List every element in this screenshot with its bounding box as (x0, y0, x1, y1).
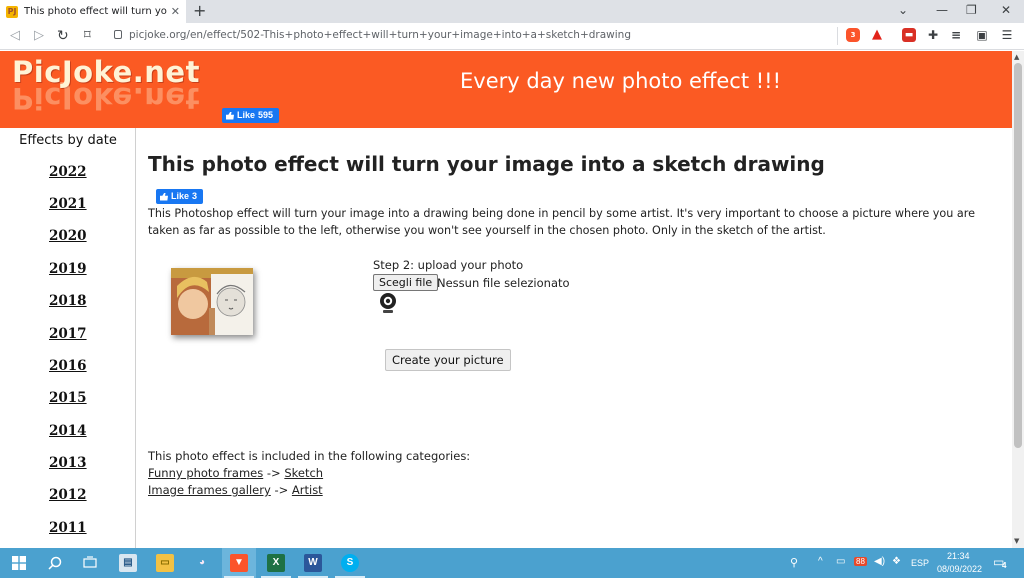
effect-preview-image[interactable] (171, 268, 253, 335)
dropbox-icon[interactable]: ❖ (892, 556, 901, 567)
sidebar-year-link[interactable]: 2014 (49, 423, 87, 439)
tray-chevron-icon[interactable]: ^ (818, 556, 823, 567)
like-label: Like (237, 110, 256, 120)
categories-intro: This photo effect is included in the fol… (148, 449, 471, 463)
sidebar-year-link[interactable]: 2019 (49, 261, 87, 277)
sidebar-title: Effects by date (19, 133, 117, 148)
minimize-icon[interactable]: — (936, 3, 948, 17)
page-scrollbar[interactable]: ▲ ▼ (1012, 51, 1024, 548)
clock-time[interactable]: 21:34 (947, 551, 970, 561)
search-icon[interactable] (48, 556, 62, 570)
thumbs-up-icon (226, 111, 234, 120)
notepad-app-icon[interactable]: ▤ (119, 554, 137, 572)
category-path: Image frames gallery -> Artist (148, 483, 323, 497)
scroll-down-icon[interactable]: ▼ (1014, 537, 1019, 545)
word-app-icon[interactable]: W (304, 554, 322, 572)
sketch-preview-icon (171, 268, 253, 335)
file-explorer-icon[interactable]: ▭ (156, 554, 174, 572)
bookmark-icon[interactable]: ⌑ (84, 28, 91, 44)
forward-icon[interactable]: ▷ (34, 28, 44, 44)
wallet-icon[interactable]: ▣ (975, 28, 989, 42)
close-tab-icon[interactable]: ✕ (171, 5, 180, 18)
browser-tab[interactable]: PJ This photo effect will turn your im ✕ (0, 0, 186, 23)
tab-search-icon[interactable]: ⌄ (898, 3, 908, 17)
header-like-button[interactable]: Like 595 (222, 108, 280, 123)
new-tab-icon[interactable]: + (193, 2, 206, 20)
windows-start-icon[interactable] (12, 556, 26, 570)
sidebar-year-link[interactable]: 2011 (49, 520, 87, 536)
site-favicon-icon: PJ (6, 5, 18, 18)
scroll-thumb[interactable] (1014, 63, 1022, 448)
taskbar: ▤ ▭ ◕ ▼ X W S ⚲ ^ ▭ 88 ◀) ❖ ESP 21:34 08… (0, 548, 1024, 578)
menu-icon[interactable]: ☰ (1000, 28, 1014, 42)
back-icon[interactable]: ◁ (10, 28, 20, 44)
sidebar-year-link[interactable]: 2013 (49, 455, 87, 471)
extensions-puzzle-icon[interactable]: ✚ (926, 28, 940, 42)
category-child-link[interactable]: Artist (292, 483, 323, 497)
sidebar-year-link[interactable]: 2022 (49, 164, 87, 180)
sidebar-year-link[interactable]: 2018 (49, 293, 87, 309)
mail-badge[interactable]: 88 (854, 557, 867, 566)
page-viewport: PicJoke.net PicJoke.net Every day new ph… (0, 51, 1012, 548)
category-path: Funny photo frames -> Sketch (148, 466, 323, 480)
extension-red-icon[interactable]: ▬ (902, 28, 916, 42)
tray-app-icon[interactable]: ▭ (836, 556, 845, 567)
category-parent-link[interactable]: Funny photo frames (148, 466, 263, 480)
scroll-up-icon[interactable]: ▲ (1014, 53, 1019, 61)
playlist-icon[interactable]: ≡ (949, 28, 963, 42)
brave-rewards-icon[interactable]: ▲ (870, 28, 884, 42)
lock-icon[interactable] (114, 30, 122, 39)
effect-like-button[interactable]: Like 3 (156, 189, 204, 204)
sidebar-year-link[interactable]: 2016 (49, 358, 87, 374)
choose-file-button[interactable]: Scegli file (373, 274, 439, 291)
brave-browser-icon[interactable]: ▼ (230, 554, 248, 572)
site-tagline: Every day new photo effect !!! (460, 69, 781, 93)
close-window-icon[interactable]: ✕ (1001, 3, 1011, 17)
webcam-icon[interactable] (379, 292, 397, 314)
file-status-text: Nessun file selezionato (437, 276, 570, 290)
skype-app-icon[interactable]: S (341, 554, 359, 572)
sidebar-year-link[interactable]: 2015 (49, 390, 87, 406)
page-title: This photo effect will turn your image i… (148, 152, 825, 176)
speaker-icon[interactable]: ◀) (874, 556, 885, 567)
like-count: 3 (192, 191, 198, 201)
brave-shield-icon[interactable]: 3 (846, 28, 860, 42)
notification-count: 4 (1002, 561, 1007, 570)
restore-icon[interactable]: ❐ (966, 3, 977, 17)
people-icon[interactable]: ⚲ (790, 556, 798, 569)
paint-app-icon[interactable]: ◕ (193, 554, 211, 572)
category-separator: -> (274, 483, 292, 497)
effect-description: This Photoshop effect will turn your ima… (148, 207, 975, 237)
tab-strip: PJ This photo effect will turn your im ✕… (0, 0, 1024, 23)
extension-badge: 3 (850, 31, 856, 39)
excel-app-icon[interactable]: X (267, 554, 285, 572)
like-label: Like (171, 191, 190, 201)
clock-date[interactable]: 08/09/2022 (937, 564, 982, 574)
sidebar-year-link[interactable]: 2017 (49, 326, 87, 342)
create-picture-button[interactable]: Create your picture (385, 349, 511, 371)
sidebar-year-link[interactable]: 2012 (49, 487, 87, 503)
input-language[interactable]: ESP (911, 558, 929, 568)
sidebar: Effects by date 2022 2021 2020 2019 2018… (0, 128, 136, 548)
sidebar-year-link[interactable]: 2020 (49, 228, 87, 244)
site-header: PicJoke.net PicJoke.net Every day new ph… (0, 51, 1012, 128)
sidebar-year-link[interactable]: 2021 (49, 196, 87, 212)
logo-reflection: PicJoke.net (12, 81, 200, 115)
browser-toolbar: ◁ ▷ ↻ ⌑ picjoke.org/en/effect/502-This+p… (0, 23, 1024, 50)
reload-icon[interactable]: ↻ (57, 28, 69, 44)
task-view-icon[interactable] (83, 556, 97, 570)
upload-step-label: Step 2: upload your photo (373, 258, 524, 272)
tab-title: This photo effect will turn your im (24, 6, 167, 17)
address-bar[interactable]: picjoke.org/en/effect/502-This+photo+eff… (129, 29, 631, 41)
category-child-link[interactable]: Sketch (284, 466, 323, 480)
thumbs-up-icon (160, 192, 168, 201)
like-count: 595 (258, 110, 274, 120)
toolbar-divider (837, 27, 838, 45)
category-parent-link[interactable]: Image frames gallery (148, 483, 271, 497)
category-separator: -> (266, 466, 285, 480)
